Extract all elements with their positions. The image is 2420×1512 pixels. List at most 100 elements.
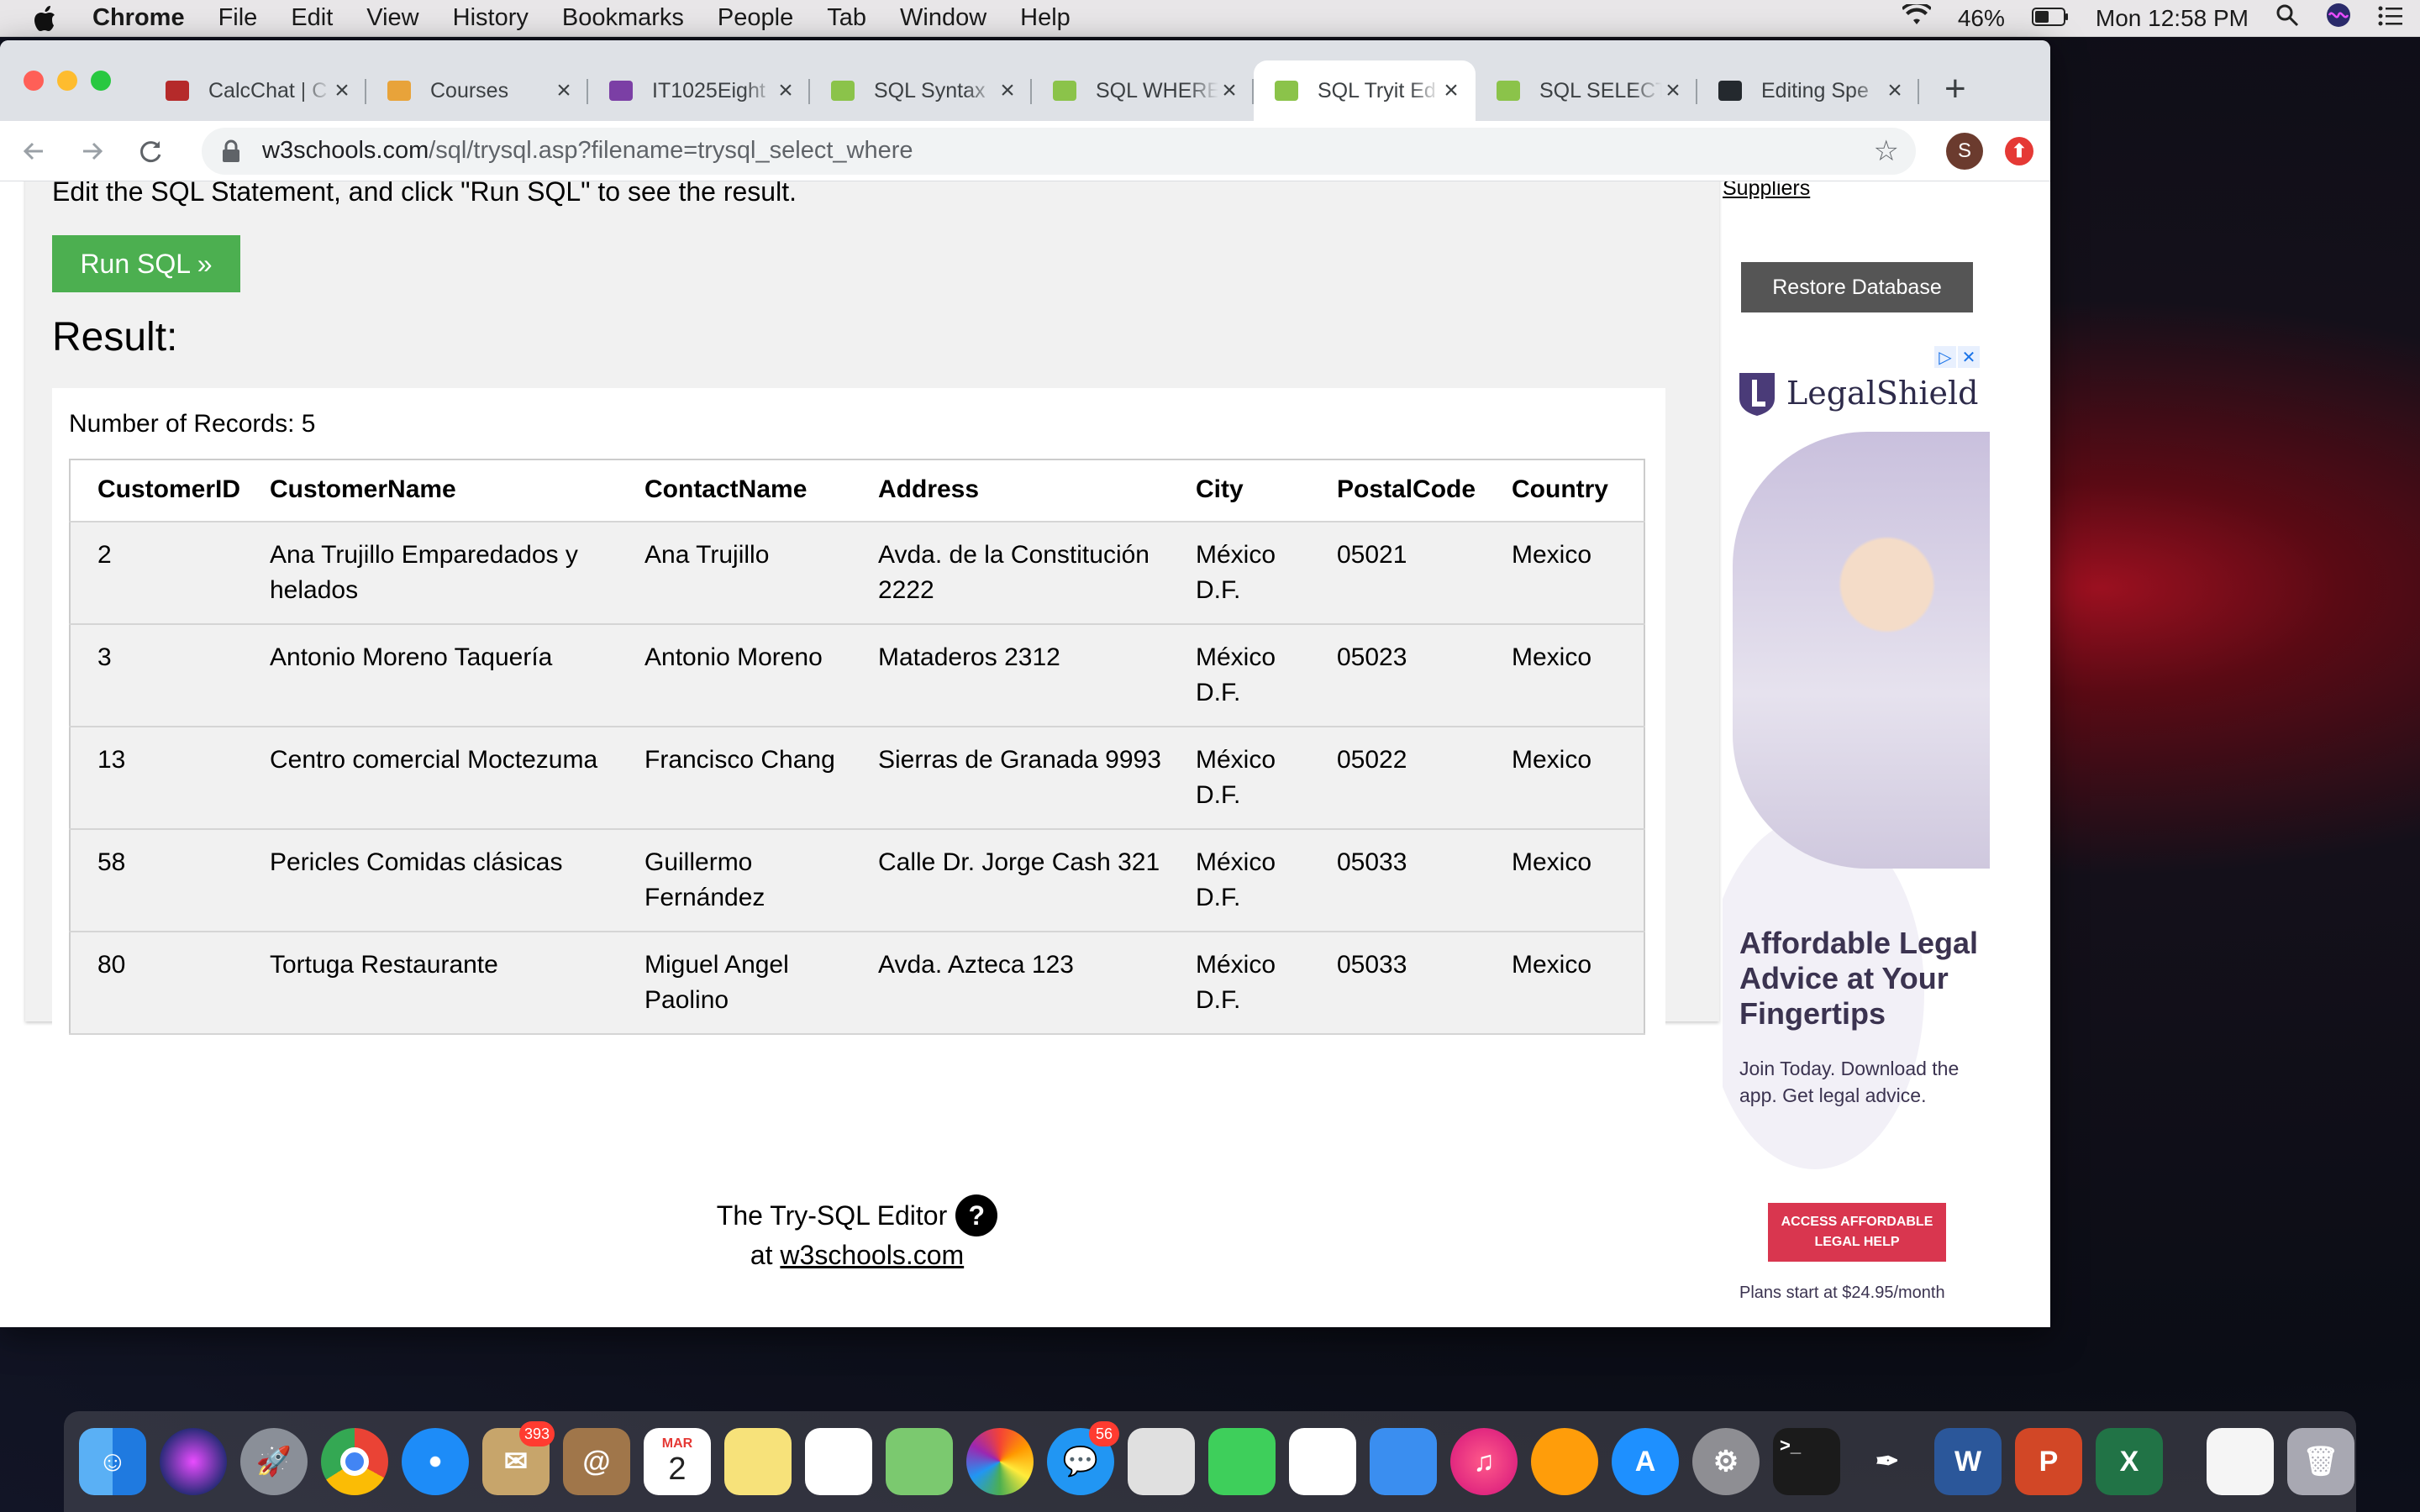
launchpad-icon[interactable]: 🚀 — [240, 1428, 308, 1495]
close-window-button[interactable] — [24, 71, 44, 91]
close-tab-icon[interactable]: × — [331, 76, 353, 105]
browser-tab[interactable]: SQL WHERE × — [1032, 60, 1254, 121]
ad-choices-icon[interactable]: ▷ — [1934, 346, 1956, 368]
column-header: ContactName — [631, 459, 865, 522]
safari-icon[interactable] — [402, 1428, 469, 1495]
spotlight-search-icon[interactable] — [2275, 3, 2299, 33]
close-tab-icon[interactable]: × — [775, 76, 797, 105]
menu-file[interactable]: File — [218, 4, 258, 32]
fullscreen-window-button[interactable] — [91, 71, 111, 91]
instruction-text: Edit the SQL Statement, and click "Run S… — [52, 181, 797, 207]
page-footer: The Try-SQL Editor ? at w3schools.com — [0, 1194, 1714, 1271]
browser-tab[interactable]: CalcChat | C × — [145, 60, 366, 121]
documents-stack-icon[interactable] — [2207, 1428, 2274, 1495]
forward-arrow-icon[interactable] — [76, 134, 109, 168]
menu-edit[interactable]: Edit — [291, 4, 333, 32]
browser-tab[interactable]: SQL SELECT × — [1476, 60, 1697, 121]
notification-center-icon[interactable] — [2378, 5, 2403, 32]
close-tab-icon[interactable]: × — [1662, 76, 1684, 105]
battery-icon[interactable] — [2031, 5, 2069, 32]
browser-tab[interactable]: SQL Syntax × — [810, 60, 1032, 121]
help-question-icon[interactable]: ? — [955, 1194, 998, 1236]
ad-close-icon[interactable]: ✕ — [1958, 346, 1980, 368]
menu-history[interactable]: History — [453, 4, 529, 32]
browser-tab[interactable]: SQL Tryit Ed × — [1254, 60, 1476, 121]
siri-icon[interactable] — [2326, 3, 2351, 34]
apple-logo-icon[interactable] — [34, 4, 59, 33]
mail-badge: 393 — [518, 1421, 555, 1446]
maps-icon[interactable] — [886, 1428, 953, 1495]
close-tab-icon[interactable]: × — [553, 76, 575, 105]
reminders-icon[interactable] — [805, 1428, 872, 1495]
app-store-icon[interactable]: A — [1612, 1428, 1679, 1495]
legalshield-logo-icon — [1739, 373, 1775, 416]
pen-tool-icon[interactable]: ✒ — [1854, 1428, 1921, 1495]
calendar-icon[interactable]: MAR 2 — [644, 1428, 711, 1495]
menu-view[interactable]: View — [366, 4, 418, 32]
system-preferences-icon[interactable]: ⚙ — [1692, 1428, 1760, 1495]
numbers-icon[interactable] — [1289, 1428, 1356, 1495]
clock[interactable]: Mon 12:58 PM — [2096, 5, 2249, 32]
siri-dock-icon[interactable] — [160, 1428, 227, 1495]
record-count: Number of Records: 5 — [69, 410, 316, 438]
close-tab-icon[interactable]: × — [1440, 76, 1462, 105]
notes-icon[interactable] — [724, 1428, 792, 1495]
table-cell: Mexico — [1498, 727, 1644, 830]
bookmark-star-icon[interactable]: ☆ — [1874, 134, 1899, 168]
menu-help[interactable]: Help — [1020, 4, 1071, 32]
powerpoint-icon[interactable]: P — [2015, 1428, 2082, 1495]
result-table: CustomerID CustomerName ContactName Address… — [69, 459, 1645, 1035]
menu-app-name[interactable]: Chrome — [92, 4, 185, 32]
lock-icon[interactable] — [222, 139, 244, 163]
mail-icon[interactable]: ✉ 393 — [482, 1421, 555, 1495]
reload-icon[interactable] — [134, 134, 168, 168]
wifi-icon[interactable] — [1901, 2, 1932, 32]
messages-icon[interactable]: 💬 56 — [1047, 1421, 1119, 1495]
menu-tab[interactable]: Tab — [827, 4, 866, 32]
books-icon[interactable] — [1531, 1428, 1598, 1495]
profile-avatar[interactable]: S — [1946, 132, 1983, 170]
new-tab-button[interactable]: + — [1944, 68, 1966, 110]
menu-window[interactable]: Window — [900, 4, 986, 32]
ad-choices[interactable]: ▷ ✕ — [1934, 346, 1980, 368]
suppliers-link[interactable]: Suppliers — [1723, 181, 1810, 201]
close-tab-icon[interactable]: × — [997, 76, 1018, 105]
close-tab-icon[interactable]: × — [1884, 76, 1906, 105]
macos-menu-bar: Chrome File Edit View History Bookmarks … — [0, 0, 2420, 37]
chrome-icon[interactable] — [321, 1428, 388, 1495]
photos-icon[interactable] — [966, 1428, 1034, 1495]
tab-list: CalcChat | C × Courses × IT1025Eight × SQL Syn… — [145, 40, 1919, 121]
table-cell: Mataderos 2312 — [865, 624, 1182, 727]
keynote-icon[interactable] — [1370, 1428, 1437, 1495]
extension-icon[interactable]: ⬆ — [2005, 136, 2033, 165]
preview-icon[interactable] — [1128, 1428, 1195, 1495]
restore-database-button[interactable]: Restore Database — [1741, 262, 1973, 312]
run-sql-button[interactable]: Run SQL » — [52, 235, 240, 292]
messages-badge: 56 — [1089, 1421, 1119, 1446]
browser-tab[interactable]: Courses × — [366, 60, 588, 121]
menu-people[interactable]: People — [718, 4, 793, 32]
trash-icon[interactable]: 🗑 — [2287, 1428, 2354, 1495]
address-bar[interactable]: w3schools.com/sql/trysql.asp?filename=tr… — [202, 127, 1916, 175]
table-cell: 05021 — [1323, 522, 1498, 625]
table-cell: Mexico — [1498, 829, 1644, 932]
calendar-month: MAR — [661, 1436, 693, 1451]
close-tab-icon[interactable]: × — [1218, 76, 1240, 105]
browser-tab[interactable]: IT1025Eight × — [588, 60, 810, 121]
itunes-icon[interactable]: ♫ — [1450, 1428, 1518, 1495]
menu-bookmarks[interactable]: Bookmarks — [562, 4, 684, 32]
ad-cta-button[interactable]: ACCESS AFFORDABLE LEGAL HELP — [1768, 1203, 1946, 1262]
finder-icon[interactable]: ☺ — [79, 1428, 146, 1495]
facetime-icon[interactable] — [1208, 1428, 1276, 1495]
contacts-icon[interactable]: @ — [563, 1428, 630, 1495]
footer-w3schools-link[interactable]: w3schools.com — [780, 1240, 964, 1270]
word-icon[interactable]: W — [1934, 1428, 2002, 1495]
excel-icon[interactable]: X — [2096, 1428, 2163, 1495]
browser-tab[interactable]: Editing Spe × — [1697, 60, 1919, 121]
back-arrow-icon[interactable] — [17, 134, 50, 168]
minimize-window-button[interactable] — [57, 71, 77, 91]
advertisement[interactable]: ▷ ✕ LegalShield Affordable Legal Advice … — [1723, 346, 1991, 1304]
table-row: 3 Antonio Moreno Taquería Antonio Moreno Ma… — [70, 624, 1644, 727]
table-row: 58 Pericles Comidas clásicas Guillermo Fer… — [70, 829, 1644, 932]
terminal-icon[interactable]: >_ — [1773, 1428, 1840, 1495]
